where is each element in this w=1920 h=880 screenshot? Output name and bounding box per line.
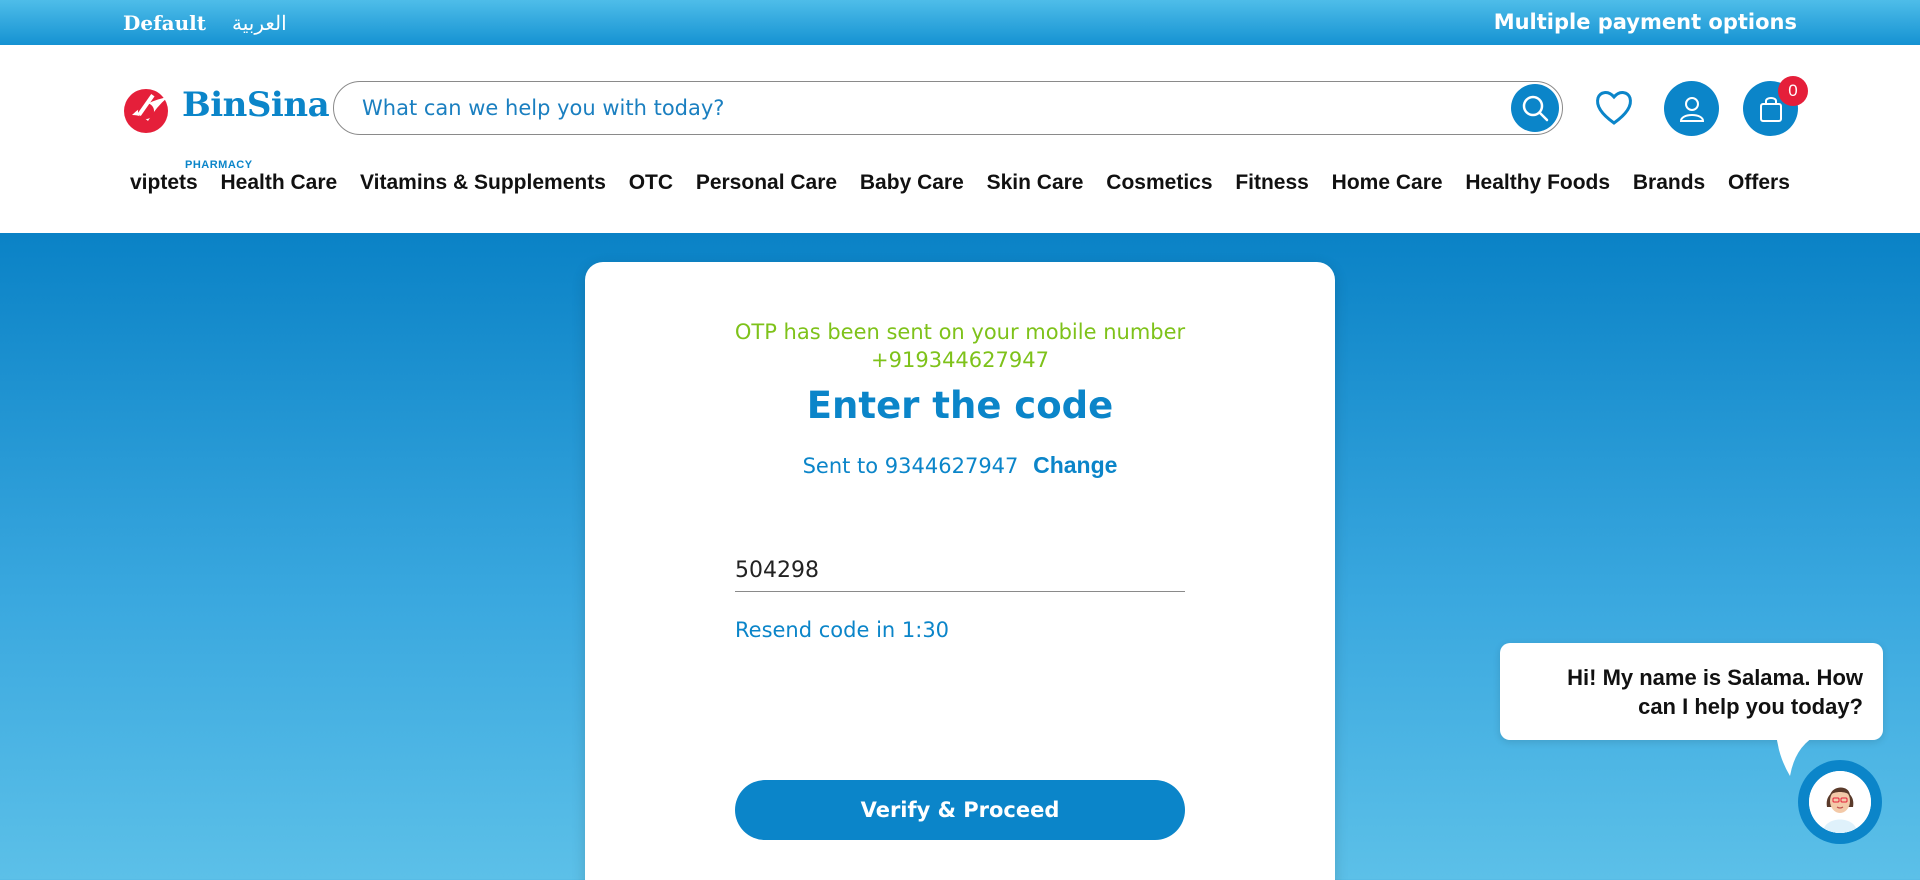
sent-to-line: Sent to 9344627947 Change — [585, 452, 1335, 479]
nav-item-healthy-foods[interactable]: Healthy Foods — [1465, 171, 1610, 201]
heart-icon — [1596, 91, 1632, 125]
header: BinSina PHARMACY 0 viptets Health Car — [0, 45, 1920, 233]
search-button[interactable] — [1511, 84, 1559, 132]
nav-item-viptets[interactable]: viptets — [130, 171, 198, 201]
nav-item-fitness[interactable]: Fitness — [1235, 171, 1309, 201]
search-input[interactable] — [362, 91, 1472, 125]
nav-item-skin-care[interactable]: Skin Care — [987, 171, 1084, 201]
search-bar — [333, 81, 1563, 135]
otp-sent-message: OTP has been sent on your mobile number … — [585, 318, 1335, 374]
brand-name: BinSina — [182, 85, 330, 125]
cart-count-badge: 0 — [1778, 76, 1808, 106]
chat-avatar-button[interactable] — [1798, 760, 1882, 844]
chat-greeting-line1: Hi! My name is Salama. How — [1567, 665, 1863, 690]
nav-item-health-care[interactable]: Health Care — [221, 171, 338, 201]
language-default-link[interactable]: Default — [123, 11, 206, 35]
category-nav: viptets Health Care Vitamins & Supplemen… — [120, 171, 1800, 201]
cart-button[interactable]: 0 — [1743, 76, 1808, 136]
chat-greeting-bubble[interactable]: Hi! My name is Salama. How can I help yo… — [1500, 643, 1883, 740]
nav-item-brands[interactable]: Brands — [1633, 171, 1705, 201]
nav-item-offers[interactable]: Offers — [1728, 171, 1790, 201]
chat-greeting-line2: can I help you today? — [1638, 694, 1863, 719]
top-bar: Default العربية Multiple payment options — [0, 0, 1920, 45]
logo[interactable]: BinSina PHARMACY — [122, 85, 330, 171]
assistant-avatar-icon — [1809, 771, 1871, 833]
logo-mark-icon — [124, 89, 168, 133]
resend-code-timer: Resend code in 1:30 — [735, 618, 950, 642]
brand-subtitle: PHARMACY — [185, 159, 253, 171]
wishlist-button[interactable] — [1592, 85, 1636, 129]
search-icon — [1522, 95, 1549, 122]
otp-message-line1: OTP has been sent on your mobile number — [734, 320, 1186, 344]
otp-card: OTP has been sent on your mobile number … — [585, 262, 1335, 880]
otp-code-input[interactable] — [735, 550, 1185, 592]
nav-item-cosmetics[interactable]: Cosmetics — [1106, 171, 1212, 201]
nav-item-otc[interactable]: OTC — [629, 171, 673, 201]
page-title: Enter the code — [806, 384, 1114, 427]
language-arabic-link[interactable]: العربية — [232, 11, 287, 35]
avatar — [1809, 771, 1871, 833]
account-button[interactable] — [1664, 81, 1719, 136]
otp-message-phone: +919344627947 — [871, 348, 1049, 372]
nav-item-home-care[interactable]: Home Care — [1332, 171, 1443, 201]
sent-to-text: Sent to 9344627947 — [802, 454, 1019, 478]
change-number-link[interactable]: Change — [1033, 452, 1117, 478]
nav-item-personal-care[interactable]: Personal Care — [696, 171, 837, 201]
verify-proceed-button[interactable]: Verify & Proceed — [735, 780, 1185, 840]
nav-item-baby-care[interactable]: Baby Care — [860, 171, 964, 201]
payment-options-text: Multiple payment options — [1493, 10, 1797, 34]
nav-item-vitamins-supplements[interactable]: Vitamins & Supplements — [360, 171, 606, 201]
user-icon — [1679, 96, 1704, 122]
